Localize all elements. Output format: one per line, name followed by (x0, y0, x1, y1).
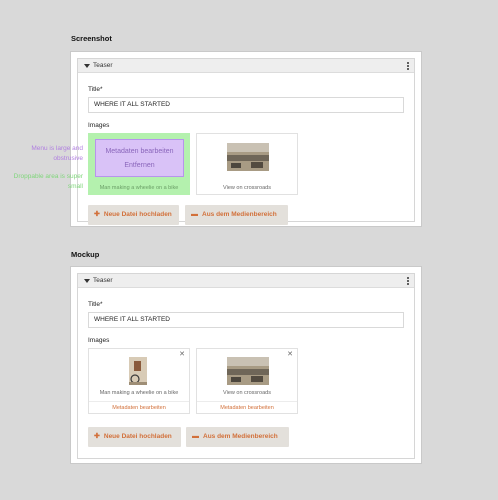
menu-annotation: Menu is large and obstrusive (31, 145, 83, 162)
image-caption: View on crossroads (223, 185, 271, 191)
menu-item-edit-metadata[interactable]: Metadaten bearbeiten (96, 148, 183, 155)
image-context-menu: Metadaten bearbeiten Entfernen (95, 139, 184, 177)
plus-icon: ✚ (94, 433, 100, 440)
panel-title: Teaser (93, 62, 113, 69)
drop-zone-annotation: Droppable area is super small (13, 173, 83, 190)
upload-file-button[interactable]: ✚ Neue Datei hochladen (88, 205, 179, 225)
edit-metadata-link[interactable]: Metadaten bearbeiten (89, 401, 189, 414)
media-library-button[interactable]: ▬ Aus dem Medienbereich (186, 427, 289, 447)
screenshot-frame: Teaser Title* WHERE IT ALL STARTED Image… (70, 51, 422, 227)
folder-icon: ▬ (192, 433, 199, 440)
close-icon[interactable]: ✕ (287, 351, 293, 358)
bike-wheelie-thumbnail (129, 357, 147, 385)
caret-down-icon[interactable] (84, 279, 90, 283)
edit-metadata-link[interactable]: Metadaten bearbeiten (197, 401, 297, 414)
mockup-heading: Mockup (71, 250, 100, 259)
crossroads-thumbnail (227, 357, 269, 385)
panel-header[interactable]: Teaser (78, 274, 414, 288)
title-input[interactable]: WHERE IT ALL STARTED (88, 97, 404, 113)
screenshot-heading: Screenshot (71, 34, 112, 43)
close-icon[interactable]: ✕ (179, 351, 185, 358)
teaser-panel: Teaser Title* WHERE IT ALL STARTED Image… (77, 58, 415, 225)
panel-header[interactable]: Teaser (78, 59, 414, 73)
media-library-button[interactable]: ▬ Aus dem Medienbereich (185, 205, 288, 225)
teaser-panel: Teaser Title* WHERE IT ALL STARTED Image… (77, 273, 415, 459)
image-card[interactable]: View on crossroads (196, 133, 298, 195)
image-card[interactable]: ✕ Man making a wheelie on a bike Metadat… (88, 348, 190, 414)
caret-down-icon[interactable] (84, 64, 90, 68)
plus-icon: ✚ (94, 211, 100, 218)
kebab-menu-icon[interactable] (407, 62, 409, 71)
kebab-menu-icon[interactable] (407, 277, 409, 286)
images-label: Images (88, 122, 110, 129)
title-label: Title* (88, 301, 103, 308)
images-label: Images (88, 337, 110, 344)
image-caption: View on crossroads (223, 390, 271, 396)
image-caption: Man making a wheelie on a bike (99, 390, 179, 396)
panel-title: Teaser (93, 277, 113, 284)
title-label: Title* (88, 86, 103, 93)
mockup-frame: Teaser Title* WHERE IT ALL STARTED Image… (70, 266, 422, 464)
upload-file-button[interactable]: ✚ Neue Datei hochladen (88, 427, 181, 447)
image-card[interactable]: ✕ View on crossroads Metadaten bearbeite… (196, 348, 298, 414)
title-input[interactable]: WHERE IT ALL STARTED (88, 312, 404, 328)
folder-icon: ▬ (191, 211, 198, 218)
menu-item-remove[interactable]: Entfernen (96, 162, 183, 169)
crossroads-thumbnail (227, 143, 269, 171)
image-caption: Man making a wheelie on a bike (99, 185, 179, 191)
